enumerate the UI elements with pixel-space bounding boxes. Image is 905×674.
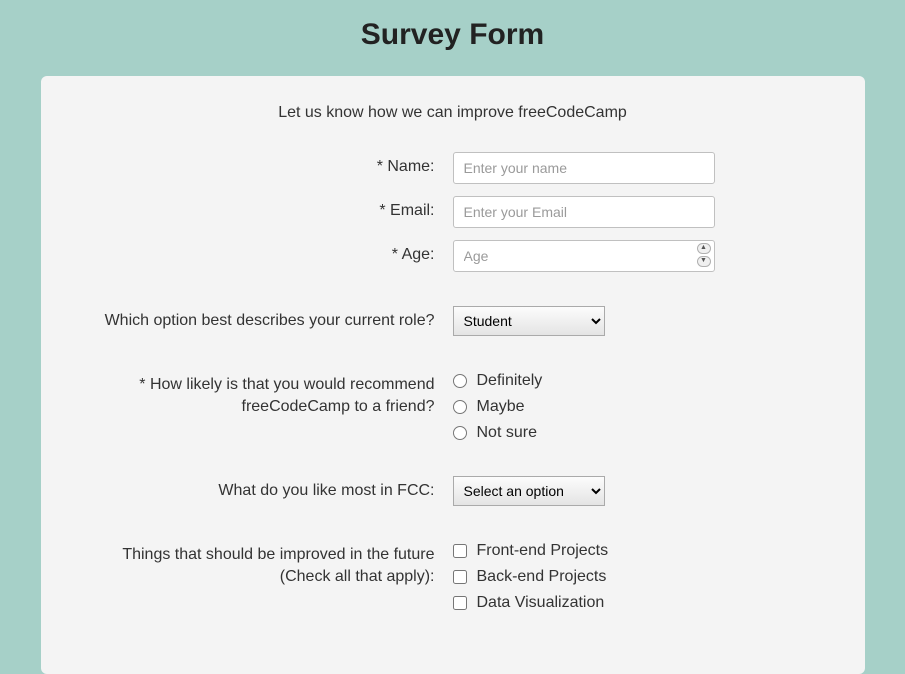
subtitle: Let us know how we can improve freeCodeC… bbox=[81, 104, 825, 122]
improve-option-dataviz[interactable]: Data Visualization bbox=[453, 594, 825, 612]
improve-option-frontend[interactable]: Front-end Projects bbox=[453, 542, 825, 560]
improve-label: Things that should be improved in the fu… bbox=[81, 540, 453, 589]
survey-card: Let us know how we can improve freeCodeC… bbox=[41, 76, 865, 674]
radio-label: Definitely bbox=[477, 372, 543, 390]
age-step-down[interactable]: ▼ bbox=[697, 256, 711, 267]
age-step-up[interactable]: ▲ bbox=[697, 243, 711, 254]
improve-option-backend[interactable]: Back-end Projects bbox=[453, 568, 825, 586]
name-label: * Name: bbox=[81, 152, 453, 178]
radio-not-sure[interactable] bbox=[453, 426, 467, 440]
row-like-most: What do you like most in FCC: Select an … bbox=[81, 476, 825, 506]
radio-label: Not sure bbox=[477, 424, 537, 442]
like-most-label: What do you like most in FCC: bbox=[81, 476, 453, 502]
row-recommend: * How likely is that you would recommend… bbox=[81, 370, 825, 442]
email-input[interactable] bbox=[453, 196, 715, 228]
checkbox-dataviz[interactable] bbox=[453, 596, 467, 610]
checkbox-frontend[interactable] bbox=[453, 544, 467, 558]
email-label: * Email: bbox=[81, 196, 453, 222]
role-select[interactable]: Student bbox=[453, 306, 605, 336]
role-label: Which option best describes your current… bbox=[81, 306, 453, 332]
checkbox-label: Data Visualization bbox=[477, 594, 605, 612]
row-role: Which option best describes your current… bbox=[81, 306, 825, 336]
age-input[interactable] bbox=[453, 240, 715, 272]
name-input[interactable] bbox=[453, 152, 715, 184]
recommend-option-not-sure[interactable]: Not sure bbox=[453, 424, 825, 442]
like-most-select[interactable]: Select an option bbox=[453, 476, 605, 506]
radio-label: Maybe bbox=[477, 398, 525, 416]
checkbox-label: Front-end Projects bbox=[477, 542, 609, 560]
row-name: * Name: bbox=[81, 152, 825, 184]
recommend-label: * How likely is that you would recommend… bbox=[81, 370, 453, 419]
radio-maybe[interactable] bbox=[453, 400, 467, 414]
recommend-option-definitely[interactable]: Definitely bbox=[453, 372, 825, 390]
row-age: * Age: ▲ ▼ bbox=[81, 240, 825, 272]
page-title: Survey Form bbox=[0, 0, 905, 76]
row-improve: Things that should be improved in the fu… bbox=[81, 540, 825, 612]
checkbox-label: Back-end Projects bbox=[477, 568, 607, 586]
row-email: * Email: bbox=[81, 196, 825, 228]
recommend-option-maybe[interactable]: Maybe bbox=[453, 398, 825, 416]
radio-definitely[interactable] bbox=[453, 374, 467, 388]
age-label: * Age: bbox=[81, 240, 453, 266]
age-spinner: ▲ ▼ bbox=[697, 243, 711, 267]
